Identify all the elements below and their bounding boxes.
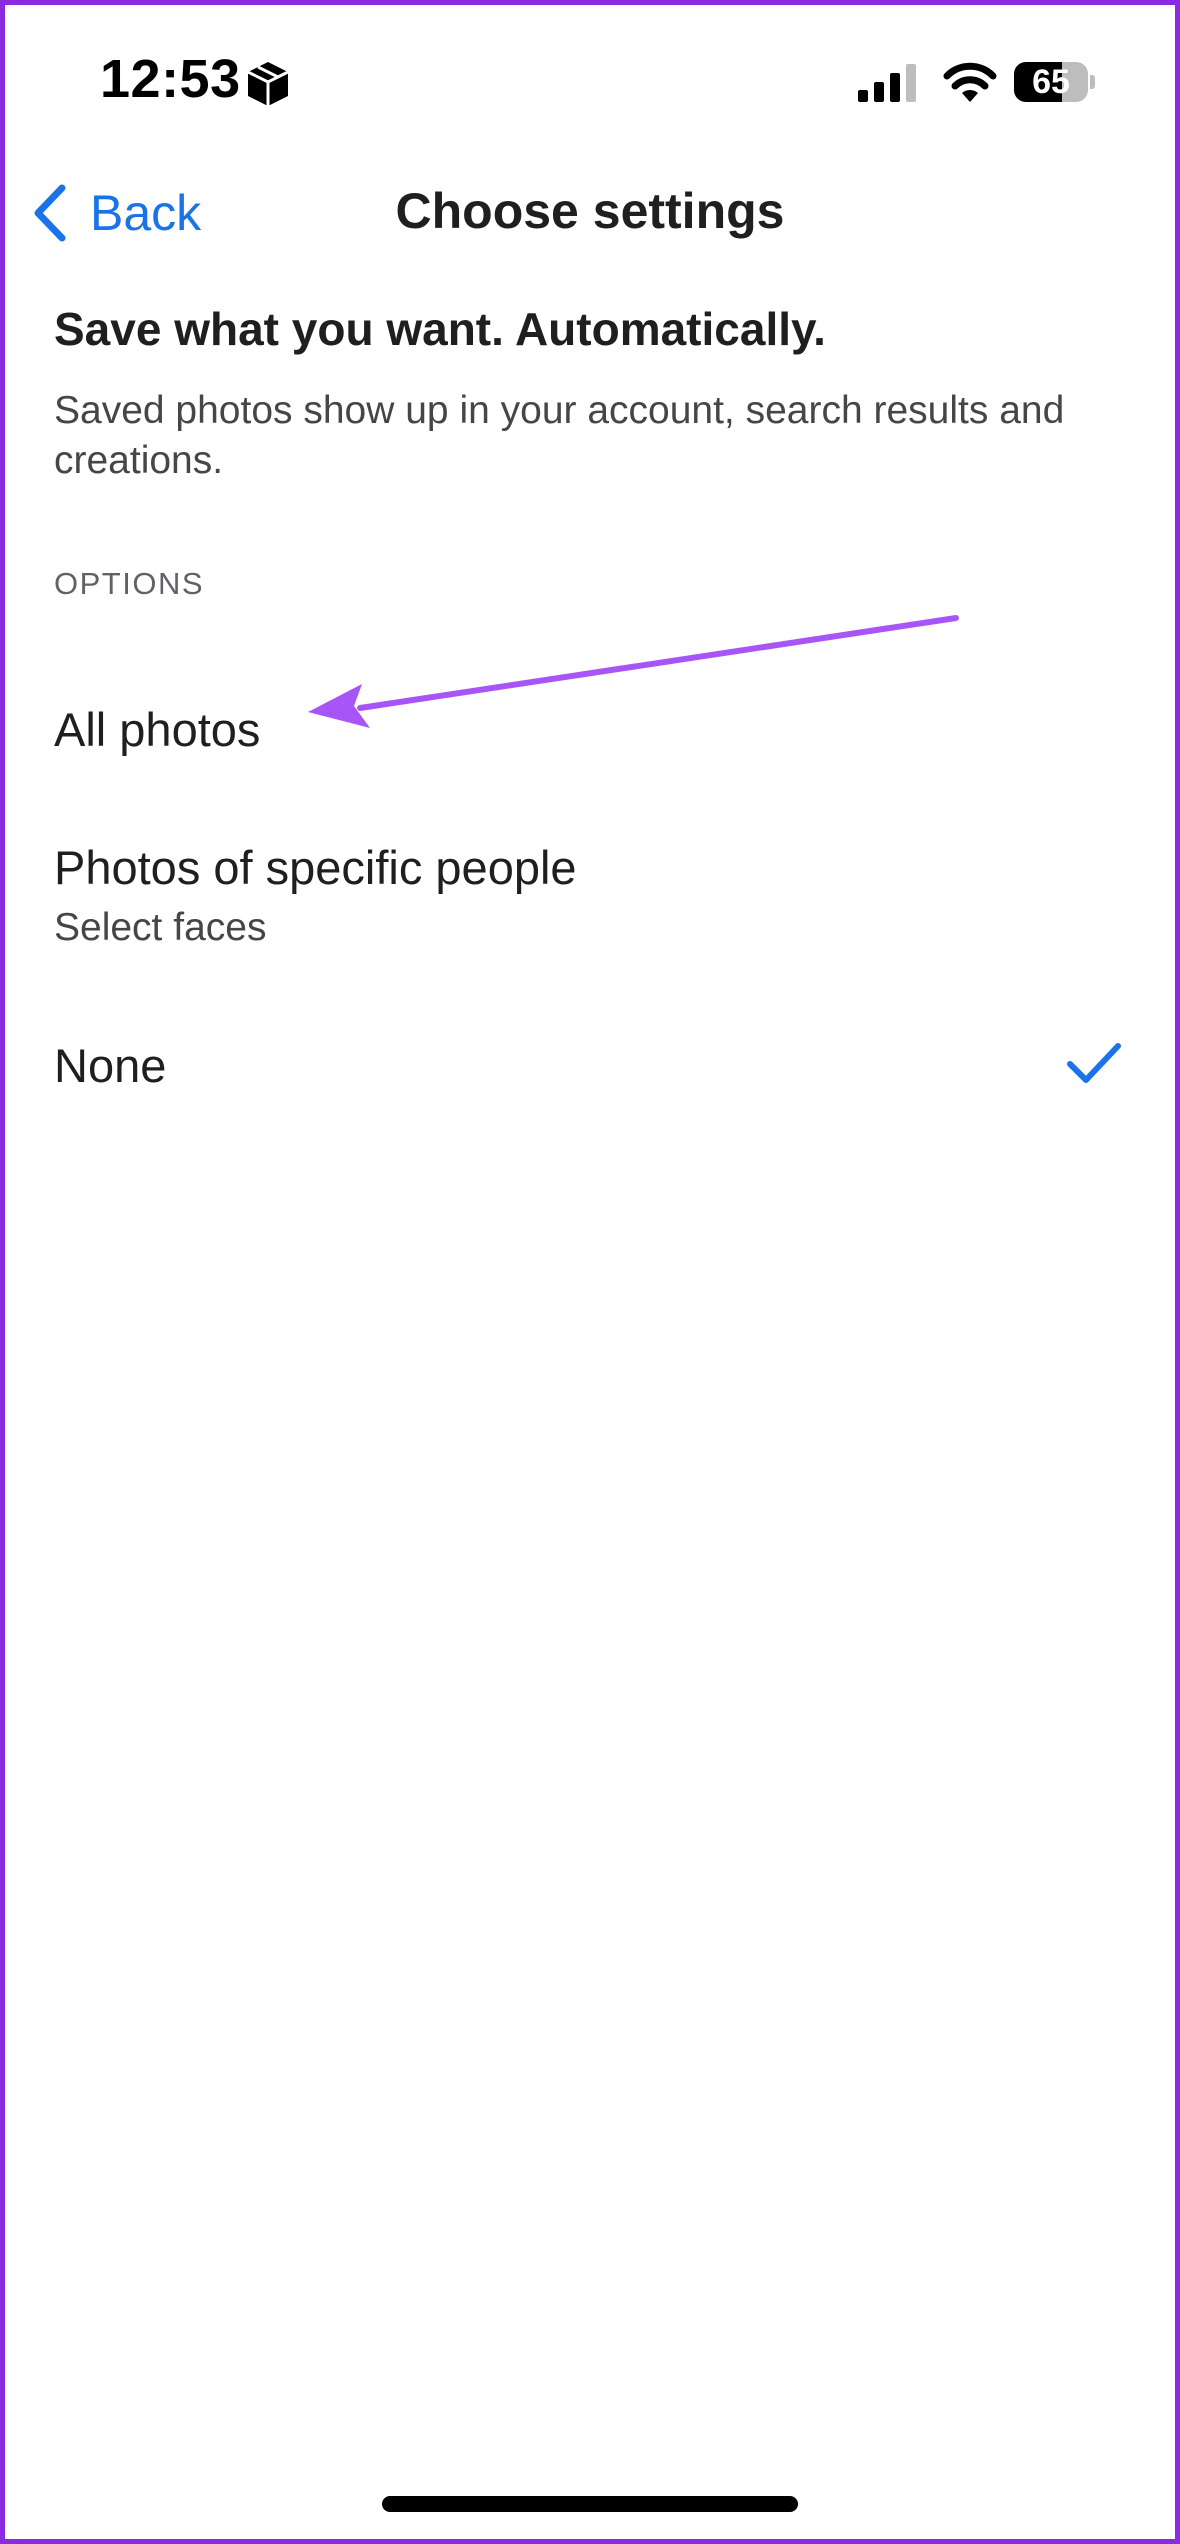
section-label-options: OPTIONS	[54, 566, 205, 601]
battery-level: 65	[1032, 63, 1070, 101]
battery-cap	[1090, 75, 1095, 89]
headline: Save what you want. Automatically.	[54, 303, 826, 355]
frame-border	[0, 0, 1180, 2544]
option-specific-people[interactable]: Photos of specific people Select faces	[0, 820, 1180, 970]
home-indicator[interactable]	[382, 2496, 798, 2512]
signal-icon	[858, 64, 916, 102]
option-subtitle: Select faces	[54, 906, 267, 949]
box-icon	[247, 62, 289, 106]
battery-icon: 65	[1014, 62, 1095, 102]
status-time: 12:53	[100, 49, 241, 109]
option-none[interactable]: None	[0, 1020, 1180, 1120]
page-title: Choose settings	[395, 183, 785, 239]
checkmark-icon	[1067, 1043, 1121, 1083]
option-title: Photos of specific people	[54, 841, 577, 894]
description: Saved photos show up in your account, se…	[54, 389, 1065, 482]
option-title: All photos	[54, 703, 261, 756]
annotation-arrow	[308, 615, 959, 728]
status-bar: 12:53 65	[0, 0, 1180, 160]
battery-body: 65	[1014, 62, 1088, 102]
option-title: None	[54, 1039, 167, 1092]
wifi-icon	[943, 62, 997, 102]
